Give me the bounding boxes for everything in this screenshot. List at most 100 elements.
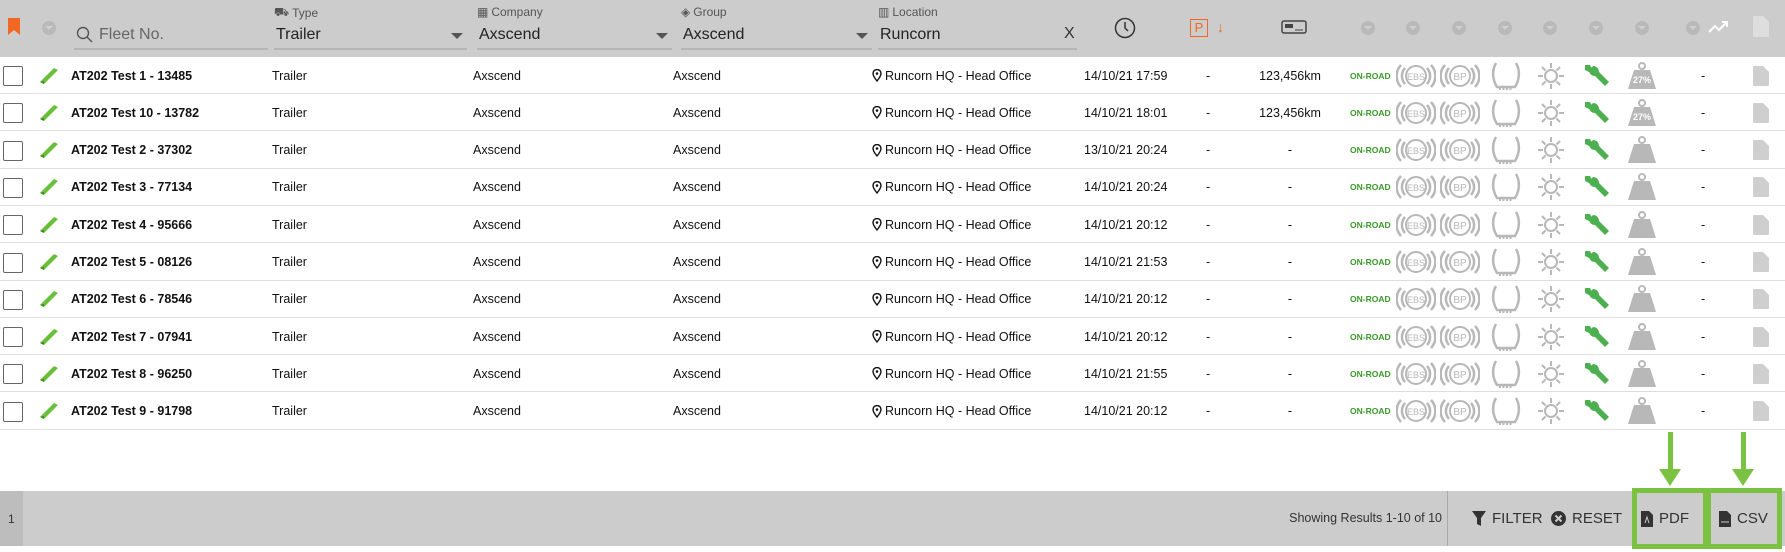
fleet-number[interactable]: AT202 Test 1 - 13485 bbox=[71, 57, 192, 94]
table-row[interactable]: AT202 Test 8 - 96250 Trailer Axscend Axs… bbox=[0, 355, 1785, 393]
row-checkbox[interactable] bbox=[3, 252, 23, 273]
table-row[interactable]: AT202 Test 3 - 77134 Trailer Axscend Axs… bbox=[0, 169, 1785, 206]
group-select[interactable]: Axscend bbox=[681, 22, 872, 50]
status-badge: ON-ROAD bbox=[1350, 368, 1391, 379]
row-checkbox[interactable] bbox=[3, 327, 23, 348]
light-icon bbox=[1537, 57, 1565, 94]
table-row[interactable]: AT202 Test 7 - 07941 Trailer Axscend Axs… bbox=[0, 318, 1785, 356]
document-icon[interactable] bbox=[1752, 281, 1770, 318]
row-checkbox[interactable] bbox=[3, 401, 23, 422]
table-row[interactable]: AT202 Test 10 - 13782 Trailer Axscend Ax… bbox=[0, 94, 1785, 132]
filter-button[interactable]: FILTER bbox=[1472, 491, 1543, 546]
row-checkbox[interactable] bbox=[3, 215, 23, 236]
trend-filter-icon[interactable] bbox=[1686, 21, 1700, 35]
location-input[interactable]: Runcorn bbox=[878, 22, 1077, 50]
table-row[interactable]: AT202 Test 2 - 37302 Trailer Axscend Axs… bbox=[0, 132, 1785, 169]
clock-icon[interactable] bbox=[1114, 17, 1136, 39]
document-icon[interactable] bbox=[1752, 132, 1770, 169]
wrench-icon[interactable] bbox=[1582, 94, 1610, 131]
document-icon[interactable] bbox=[1752, 57, 1770, 94]
table-row[interactable]: AT202 Test 6 - 78546 Trailer Axscend Axs… bbox=[0, 281, 1785, 318]
table-row[interactable]: AT202 Test 1 - 13485 Trailer Axscend Axs… bbox=[0, 57, 1785, 94]
table-row[interactable]: AT202 Test 5 - 08126 Trailer Axscend Axs… bbox=[0, 244, 1785, 281]
fleet-number[interactable]: AT202 Test 9 - 91798 bbox=[71, 393, 192, 430]
document-icon[interactable] bbox=[1752, 206, 1770, 243]
fleet-number[interactable]: AT202 Test 5 - 08126 bbox=[71, 244, 192, 281]
wrench-icon[interactable] bbox=[1582, 244, 1610, 281]
fleet-number[interactable]: AT202 Test 7 - 07941 bbox=[71, 318, 192, 355]
load-weight-icon bbox=[1627, 244, 1657, 281]
odometer-icon[interactable] bbox=[1281, 20, 1307, 34]
clear-location-button[interactable]: X bbox=[1064, 25, 1075, 43]
trailer-icon bbox=[38, 57, 60, 94]
bp-icon: BP bbox=[1440, 206, 1480, 243]
type-cell: Trailer bbox=[272, 217, 307, 232]
document-icon[interactable] bbox=[1752, 318, 1770, 355]
row-checkbox[interactable] bbox=[3, 364, 23, 385]
trailer-icon bbox=[38, 318, 60, 355]
svg-text:EBS: EBS bbox=[1407, 370, 1425, 380]
company-cell: Axscend bbox=[473, 292, 521, 307]
wrench-icon[interactable] bbox=[1582, 57, 1610, 94]
load-filter-icon[interactable] bbox=[1635, 21, 1649, 35]
fleet-number[interactable]: AT202 Test 3 - 77134 bbox=[71, 169, 192, 206]
wrench-icon[interactable] bbox=[1582, 132, 1610, 169]
table-row[interactable]: AT202 Test 9 - 91798 Trailer Axscend Axs… bbox=[0, 393, 1785, 430]
svg-text:BP: BP bbox=[1453, 333, 1467, 344]
page-1-button[interactable]: 1 bbox=[0, 491, 23, 546]
document-icon[interactable] bbox=[1752, 94, 1770, 131]
light-icon bbox=[1537, 206, 1565, 243]
wrench-icon[interactable] bbox=[1582, 393, 1610, 430]
light-filter-icon[interactable] bbox=[1543, 21, 1557, 35]
bp-filter-icon[interactable] bbox=[1452, 21, 1466, 35]
wrench-icon[interactable] bbox=[1582, 355, 1610, 392]
row-checkbox[interactable] bbox=[3, 103, 23, 124]
fleet-number[interactable]: AT202 Test 2 - 37302 bbox=[71, 132, 192, 169]
load-weight-icon bbox=[1627, 355, 1657, 392]
trend-up-icon[interactable] bbox=[1708, 20, 1730, 34]
tyre-pressure-icon bbox=[1490, 393, 1522, 430]
location-pin-icon bbox=[872, 292, 882, 306]
document-icon[interactable] bbox=[1752, 393, 1770, 430]
status-filter-icon[interactable] bbox=[1361, 21, 1375, 35]
row-checkbox[interactable] bbox=[3, 177, 23, 198]
fleet-number[interactable]: AT202 Test 8 - 96250 bbox=[71, 355, 192, 392]
parking-sort-button[interactable]: P bbox=[1190, 19, 1208, 37]
fleet-number[interactable]: AT202 Test 6 - 78546 bbox=[71, 281, 192, 318]
document-icon[interactable] bbox=[1752, 355, 1770, 392]
ebs-filter-icon[interactable] bbox=[1406, 21, 1420, 35]
table-row[interactable]: AT202 Test 4 - 95666 Trailer Axscend Axs… bbox=[0, 206, 1785, 244]
wrench-icon[interactable] bbox=[1582, 318, 1610, 355]
chevron-down-icon bbox=[856, 33, 868, 39]
type-select[interactable]: Trailer bbox=[274, 22, 467, 50]
fleet-number[interactable]: AT202 Test 4 - 95666 bbox=[71, 206, 192, 243]
document-icon[interactable] bbox=[1752, 169, 1770, 206]
wrench-icon[interactable] bbox=[1582, 281, 1610, 318]
trailer-icon bbox=[38, 206, 60, 243]
row-checkbox[interactable] bbox=[3, 289, 23, 310]
trend-cell: - bbox=[1701, 255, 1706, 269]
document-icon[interactable] bbox=[1752, 244, 1770, 281]
light-icon bbox=[1537, 94, 1565, 131]
bookmark-icon[interactable] bbox=[8, 18, 22, 36]
sort-down-arrow-icon[interactable]: ↓ bbox=[1217, 19, 1224, 35]
csv-highlight-box bbox=[1706, 488, 1782, 549]
document-icon[interactable] bbox=[1752, 15, 1770, 38]
svg-text:EBS: EBS bbox=[1407, 333, 1425, 343]
chevron-down-icon bbox=[656, 33, 668, 39]
fleet-search-input[interactable]: Fleet No. bbox=[74, 22, 268, 50]
ebs-icon: EBS bbox=[1396, 244, 1436, 281]
last-update-cell: 14/10/21 20:12 bbox=[1084, 292, 1168, 307]
wrench-icon[interactable] bbox=[1582, 206, 1610, 243]
wrench-icon[interactable] bbox=[1582, 169, 1610, 206]
company-select[interactable]: Axscend bbox=[477, 22, 672, 50]
select-dropdown-icon[interactable] bbox=[42, 21, 56, 35]
tyre-filter-icon[interactable] bbox=[1498, 21, 1512, 35]
service-filter-icon[interactable] bbox=[1589, 21, 1603, 35]
type-cell: Trailer bbox=[272, 143, 307, 158]
parking-cell: - bbox=[1206, 329, 1211, 344]
fleet-number[interactable]: AT202 Test 10 - 13782 bbox=[71, 94, 199, 131]
row-checkbox[interactable] bbox=[3, 140, 23, 161]
reset-button[interactable]: RESET bbox=[1551, 491, 1622, 546]
row-checkbox[interactable] bbox=[3, 66, 23, 86]
